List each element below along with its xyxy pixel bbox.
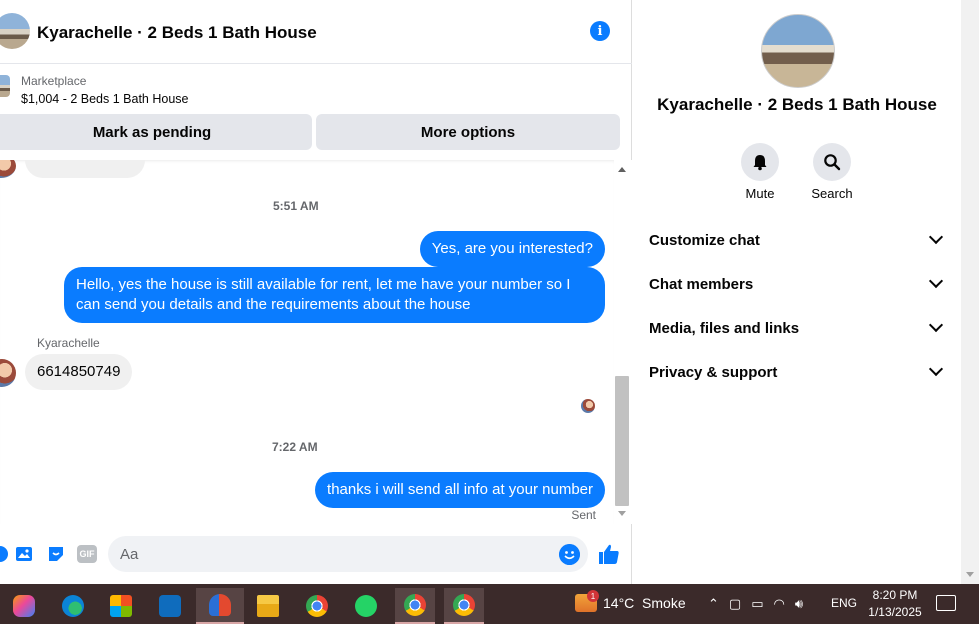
bell-icon <box>753 155 767 171</box>
weather-icon: 1 <box>575 590 599 612</box>
message-scrollbar[interactable] <box>614 160 632 524</box>
info-title: Kyarachelle · 2 Beds 1 Bath House <box>657 95 937 114</box>
mute-button[interactable]: Mute <box>730 143 790 201</box>
weather-widget[interactable]: 1 14°C Smoke <box>575 590 686 612</box>
message-timestamp: 5:51 AM <box>273 199 319 213</box>
message-input[interactable] <box>108 536 588 572</box>
search-button[interactable]: Search <box>802 143 862 201</box>
section-label: Privacy & support <box>649 363 778 381</box>
clock-date: 1/13/2025 <box>868 605 922 619</box>
section-customize-chat[interactable]: Customize chat <box>649 222 949 258</box>
chat-pane: Kyarachelle · 2 Beds 1 Bath House i Mark… <box>0 0 632 584</box>
chrome-profile-taskbar-icon[interactable] <box>444 588 484 624</box>
whatsapp-taskbar-icon[interactable] <box>346 588 386 624</box>
volume-icon[interactable]: 🔊︎ <box>795 596 803 612</box>
copilot-taskbar-icon[interactable] <box>4 588 44 624</box>
conversation-avatar[interactable] <box>0 13 30 49</box>
listing-price-title[interactable]: $1,004 - 2 Beds 1 Bath House <box>21 92 188 106</box>
section-label: Media, files and links <box>649 319 800 337</box>
chevron-down-icon <box>928 229 944 245</box>
chevron-down-icon <box>928 361 944 377</box>
clock[interactable]: 8:20 PM 1/13/2025 <box>862 587 928 621</box>
composer: GIF <box>0 524 632 584</box>
clock-time: 8:20 PM <box>872 588 918 602</box>
section-media-files-links[interactable]: Media, files and links <box>649 310 949 346</box>
thumbs-up-icon[interactable] <box>597 542 621 566</box>
message-bubble-incoming[interactable] <box>25 160 145 178</box>
chevron-down-icon <box>928 273 944 289</box>
more-options-button[interactable]: More options <box>316 114 620 150</box>
marketplace-listing-bar: Marketplace $1,004 - 2 Beds 1 Bath House… <box>0 64 632 160</box>
section-label: Chat members <box>649 275 754 293</box>
chevron-up-icon[interactable]: ⌃ <box>708 596 719 612</box>
mute-label: Mute <box>745 186 775 201</box>
page-scrollbar[interactable] <box>961 0 979 584</box>
active-app-taskbar-icon[interactable] <box>196 588 244 624</box>
message-bubble-incoming[interactable]: 6614850749 <box>25 354 133 390</box>
sender-avatar[interactable] <box>0 359 16 387</box>
more-actions-icon[interactable] <box>0 544 10 564</box>
outlook-taskbar-icon[interactable] <box>150 588 190 624</box>
weather-text: 14°C Smoke <box>603 595 686 611</box>
wifi-icon[interactable]: ◠ <box>774 596 785 612</box>
edge-taskbar-icon[interactable] <box>53 588 93 624</box>
search-icon <box>824 154 841 171</box>
store-taskbar-icon[interactable] <box>101 588 141 624</box>
message-status: Sent <box>571 508 596 522</box>
scroll-down-arrow-icon[interactable] <box>618 511 626 516</box>
weather-badge: 1 <box>587 590 599 602</box>
screen: Kyarachelle · 2 Beds 1 Bath House i Mark… <box>0 0 979 624</box>
message-timestamp: 7:22 AM <box>272 440 318 454</box>
scroll-down-arrow-icon[interactable] <box>966 572 974 577</box>
sender-name: Kyarachelle <box>37 336 100 350</box>
search-label: Search <box>811 186 853 201</box>
battery-icon[interactable]: ▭ <box>751 596 763 612</box>
chrome-profile-c-taskbar-icon[interactable] <box>395 588 435 624</box>
chevron-down-icon <box>928 317 944 333</box>
message-bubble-outgoing[interactable]: Hello, yes the house is still available … <box>64 267 605 323</box>
system-tray: ⌃ ▢ ▭ ◠ 🔊︎ <box>708 596 803 612</box>
chat-title[interactable]: Kyarachelle · 2 Beds 1 Bath House <box>37 23 317 43</box>
listing-thumbnail[interactable] <box>0 75 10 97</box>
device-icon[interactable]: ▢ <box>729 596 741 612</box>
photo-icon[interactable] <box>14 544 34 564</box>
notification-icon[interactable] <box>936 595 956 611</box>
message-bubble-outgoing[interactable]: thanks i will send all info at your numb… <box>315 472 605 508</box>
chat-header: Kyarachelle · 2 Beds 1 Bath House i <box>0 0 632 64</box>
language-indicator[interactable]: ENG <box>831 596 857 610</box>
emoji-icon[interactable] <box>559 544 580 565</box>
taskbar: 1 14°C Smoke ⌃ ▢ ▭ ◠ 🔊︎ ENG 8:20 PM 1/13… <box>0 584 979 624</box>
info-icon[interactable]: i <box>590 21 610 41</box>
scroll-up-arrow-icon[interactable] <box>618 167 626 172</box>
section-label: Customize chat <box>649 231 760 249</box>
sticker-icon[interactable] <box>46 544 66 564</box>
section-chat-members[interactable]: Chat members <box>649 266 949 302</box>
sender-avatar <box>0 160 16 178</box>
chrome-taskbar-icon[interactable] <box>297 588 337 624</box>
section-privacy-support[interactable]: Privacy & support <box>649 354 949 390</box>
listing-source: Marketplace <box>21 74 87 88</box>
conversation-info-pane: Kyarachelle · 2 Beds 1 Bath House Mute S… <box>633 0 961 584</box>
message-list: 5:51 AM Yes, are you interested? Hello, … <box>0 160 614 524</box>
message-bubble-outgoing[interactable]: Yes, are you interested? <box>419 231 605 267</box>
profile-avatar[interactable] <box>761 14 835 88</box>
gif-icon[interactable]: GIF <box>77 545 97 563</box>
scroll-thumb[interactable] <box>615 376 629 506</box>
file-explorer-taskbar-icon[interactable] <box>248 588 288 624</box>
read-receipt-avatar <box>581 399 595 413</box>
mark-as-pending-button[interactable]: Mark as pending <box>0 114 312 150</box>
